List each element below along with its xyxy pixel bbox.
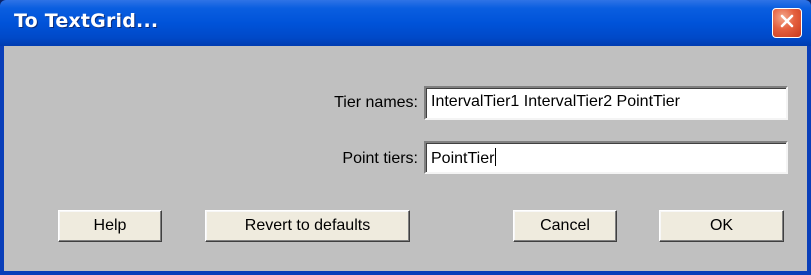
- help-button[interactable]: Help: [58, 210, 162, 242]
- dialog-window: To TextGrid... Tier names: IntervalTier1…: [0, 0, 811, 275]
- dialog-body: Tier names: IntervalTier1 IntervalTier2 …: [4, 46, 807, 271]
- close-x-icon: [778, 12, 796, 35]
- cancel-button[interactable]: Cancel: [513, 210, 617, 242]
- title-bar[interactable]: To TextGrid...: [0, 0, 811, 46]
- tier-names-input[interactable]: IntervalTier1 IntervalTier2 PointTier: [424, 86, 788, 120]
- window-frame-bottom: [0, 271, 811, 275]
- point-tiers-value: PointTier: [431, 150, 495, 167]
- tier-names-value: IntervalTier1 IntervalTier2 PointTier: [431, 93, 680, 110]
- point-tiers-input[interactable]: PointTier: [424, 141, 788, 174]
- ok-button[interactable]: OK: [659, 210, 784, 242]
- close-button[interactable]: [772, 8, 802, 38]
- revert-to-defaults-button[interactable]: Revert to defaults: [205, 210, 410, 242]
- window-frame-right: [807, 46, 811, 275]
- window-title: To TextGrid...: [14, 10, 159, 32]
- text-caret: [495, 148, 497, 166]
- tier-names-label: Tier names:: [334, 94, 418, 111]
- point-tiers-label: Point tiers:: [342, 150, 418, 167]
